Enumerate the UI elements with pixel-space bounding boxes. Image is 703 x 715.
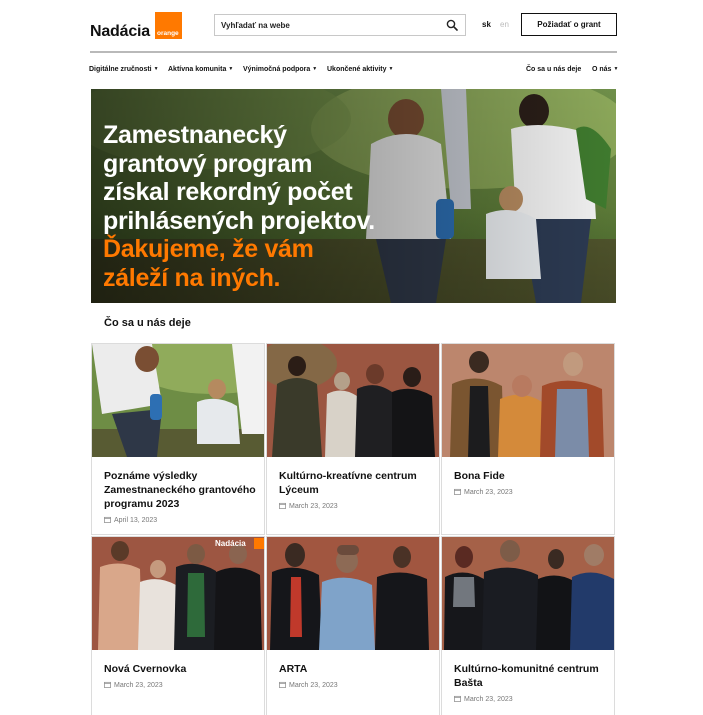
news-card[interactable]: Poznáme výsledky Zamestnaneckého grantov… <box>91 343 265 535</box>
hero-line: Zamestnanecký <box>103 121 287 149</box>
hero-line-orange: Ďakujeme, že vám <box>103 235 314 263</box>
nav-exceptional-support[interactable]: Výnimočná podpora ▼ <box>243 66 317 73</box>
card-title[interactable]: ARTA <box>279 662 431 676</box>
logo-orange-square: orange <box>155 12 182 39</box>
nav-about-us[interactable]: O nás ▼ <box>592 66 618 73</box>
calendar-icon <box>279 502 286 509</box>
card-date-text: March 23, 2023 <box>289 682 338 689</box>
card-date-text: March 23, 2023 <box>464 489 513 496</box>
card-photo <box>267 537 439 650</box>
caret-down-icon: ▼ <box>228 66 234 72</box>
caret-down-icon: ▼ <box>613 66 619 72</box>
card-date: March 23, 2023 <box>104 680 163 689</box>
card-date: March 23, 2023 <box>279 501 338 510</box>
caret-down-icon: ▼ <box>153 66 159 72</box>
card-date: March 23, 2023 <box>454 487 513 496</box>
card-title[interactable]: Nová Cvernovka <box>104 662 256 676</box>
nav-active-community[interactable]: Aktívna komunita ▼ <box>168 66 233 73</box>
nav-label: Čo sa u nás deje <box>526 66 582 73</box>
card-title[interactable]: Bona Fide <box>454 469 606 483</box>
hero-line: prihlásených projektov. <box>103 206 375 235</box>
lang-en-link[interactable]: en <box>500 20 509 29</box>
card-photo <box>442 537 614 650</box>
section-title: Čo sa u nás deje <box>104 317 191 329</box>
hero-line: grantový program <box>103 149 313 178</box>
nav-label: Aktívna komunita <box>168 66 227 73</box>
card-date-text: April 13, 2023 <box>114 517 158 524</box>
logo-wordmark: Nadácia <box>90 23 150 40</box>
search-input[interactable] <box>215 15 435 36</box>
calendar-icon <box>454 695 461 702</box>
card-photo <box>442 344 614 457</box>
nav-label: Digitálne zručnosti <box>89 66 152 73</box>
hero-line: získal rekordný počet <box>103 178 353 206</box>
card-date-text: March 23, 2023 <box>114 682 163 689</box>
card-date: March 23, 2023 <box>279 680 338 689</box>
card-date: March 23, 2023 <box>454 694 513 703</box>
calendar-icon <box>279 681 286 688</box>
card-photo <box>267 344 439 457</box>
search-icon[interactable] <box>446 19 458 31</box>
calendar-icon <box>104 681 111 688</box>
hero-line-orange: záleží na iných. <box>103 263 281 292</box>
card-title[interactable]: Poznáme výsledky Zamestnaneckého grantov… <box>104 469 256 511</box>
news-card[interactable]: Nadácia Nová Cvernovka March 23, 2023 <box>91 536 265 715</box>
news-card[interactable]: Kultúrno-komunitné centrum Bašta March 2… <box>441 536 615 715</box>
news-card[interactable]: ARTA March 23, 2023 <box>266 536 440 715</box>
card-date: April 13, 2023 <box>104 515 157 524</box>
lang-sk-link[interactable]: sk <box>482 20 491 29</box>
watermark-orange-square <box>254 538 264 549</box>
card-title[interactable]: Kultúrno-kreatívne centrum Lýceum <box>279 469 431 497</box>
nav-label: O nás <box>592 66 612 73</box>
nav-news[interactable]: Čo sa u nás deje <box>526 66 581 73</box>
card-title[interactable]: Kultúrno-komunitné centrum Bašta <box>454 662 606 690</box>
news-card[interactable]: Kultúrno-kreatívne centrum Lýceum March … <box>266 343 440 535</box>
nav-digital-skills[interactable]: Digitálne zručnosti ▼ <box>89 66 159 73</box>
news-card[interactable]: Bona Fide March 23, 2023 <box>441 343 615 535</box>
card-photo <box>92 344 264 457</box>
nav-label: Ukončené aktivity <box>327 66 387 73</box>
search-box <box>214 14 466 36</box>
logo[interactable]: Nadácia orange <box>90 12 182 40</box>
hero-banner[interactable]: Zamestnanecký grantový program získal re… <box>91 89 616 303</box>
card-date-text: March 23, 2023 <box>289 503 338 510</box>
card-photo <box>92 537 264 650</box>
calendar-icon <box>454 488 461 495</box>
header-divider <box>90 51 617 53</box>
nav-label: Výnimočná podpora <box>243 66 311 73</box>
card-date-text: March 23, 2023 <box>464 696 513 703</box>
caret-down-icon: ▼ <box>388 66 394 72</box>
calendar-icon <box>104 516 111 523</box>
logo-badge-text: orange <box>157 30 179 37</box>
caret-down-icon: ▼ <box>312 66 318 72</box>
card-photo-watermark: Nadácia <box>215 539 246 548</box>
request-grant-button[interactable]: Požiadať o grant <box>521 13 617 36</box>
nav-finished-activities[interactable]: Ukončené aktivity ▼ <box>327 66 393 73</box>
hero-headline: Zamestnanecký grantový program získal re… <box>103 121 375 292</box>
